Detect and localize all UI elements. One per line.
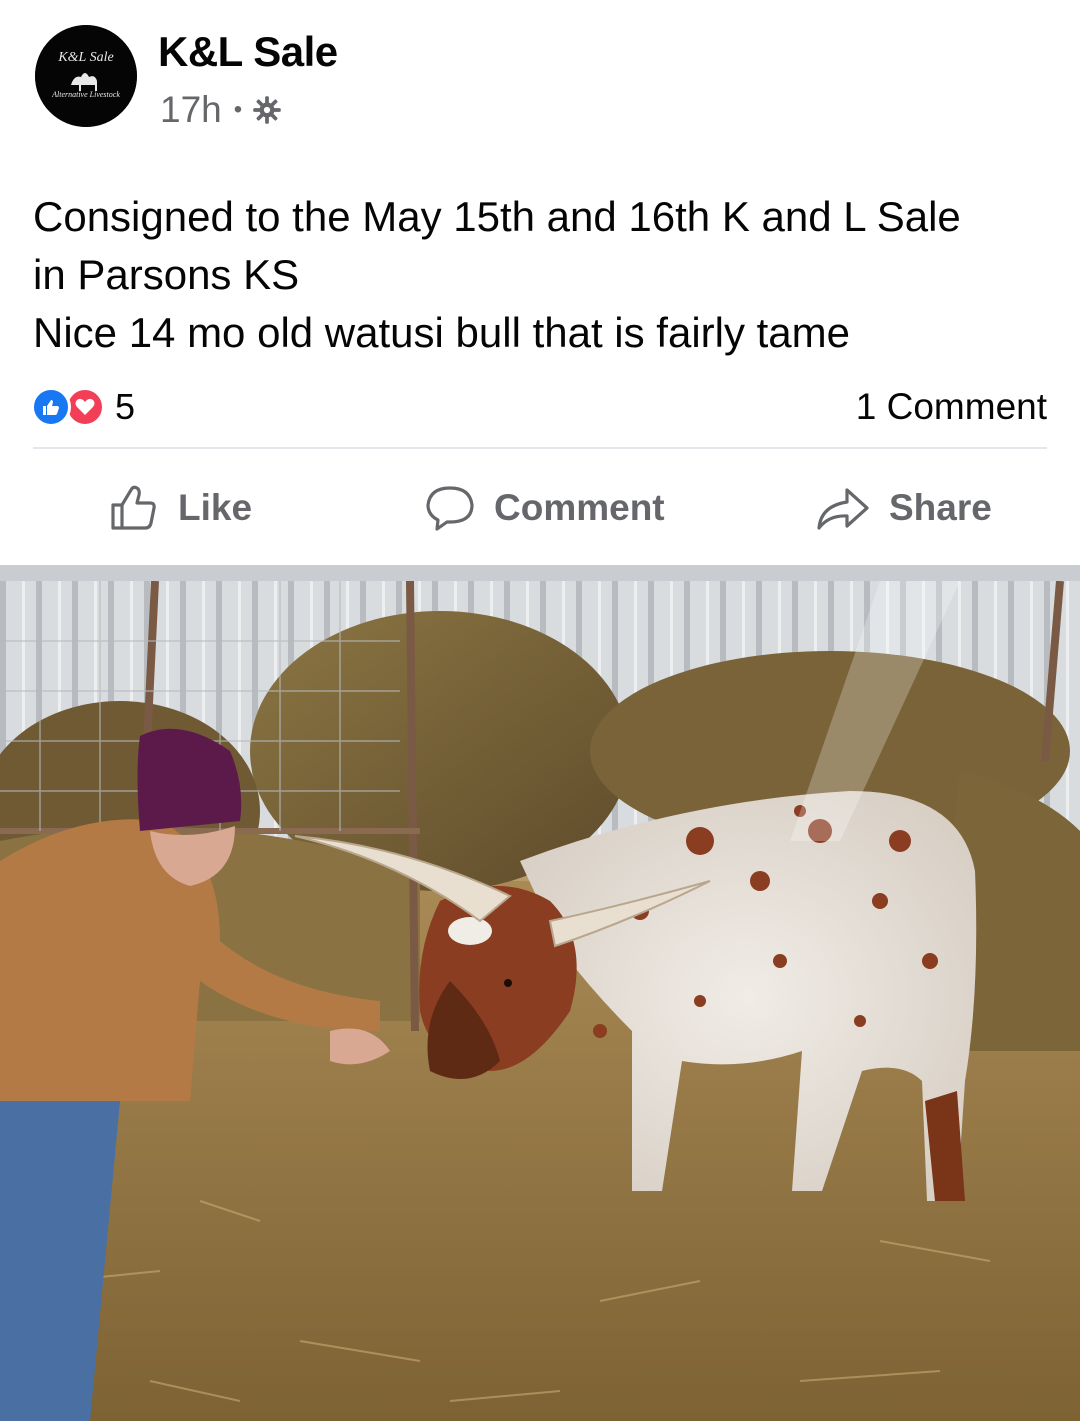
- post-header: K&L Sale Alternative Livestock K&L Sale …: [0, 0, 1080, 160]
- svg-text:K&L Sale: K&L Sale: [57, 50, 113, 65]
- post-time[interactable]: 17h: [160, 89, 222, 131]
- action-bar: Like Comment Share: [0, 470, 1080, 546]
- share-button[interactable]: Share: [815, 470, 992, 546]
- page-name[interactable]: K&L Sale: [158, 28, 338, 76]
- post-text-line: Consigned to the May 15th and 16th K and…: [33, 193, 961, 240]
- share-label: Share: [889, 487, 992, 528]
- reaction-count: 5: [115, 386, 136, 427]
- svg-text:Alternative Livestock: Alternative Livestock: [51, 90, 120, 99]
- comment-button[interactable]: Comment: [424, 470, 665, 546]
- kl-sale-logo: K&L Sale Alternative Livestock: [35, 25, 137, 127]
- like-button[interactable]: Like: [108, 470, 252, 546]
- post-text-line: Nice 14 mo old watusi bull that is fairl…: [33, 309, 851, 356]
- meta-separator: •: [233, 96, 243, 123]
- reaction-summary[interactable]: 5: [31, 385, 135, 429]
- gear-icon: [253, 96, 281, 124]
- comment-label: Comment: [494, 487, 665, 528]
- love-reaction-icon: [65, 387, 105, 427]
- post-body: Consigned to the May 15th and 16th K and…: [33, 188, 1053, 362]
- watusi-bull-photo: [0, 581, 1080, 1421]
- post-meta: 17h •: [160, 88, 282, 132]
- like-label: Like: [178, 487, 253, 528]
- photo-top-border: [0, 565, 1080, 581]
- action-divider: [33, 447, 1047, 449]
- page-avatar[interactable]: K&L Sale Alternative Livestock: [35, 25, 137, 127]
- post-text-line: in Parsons KS: [33, 251, 300, 298]
- comment-icon: [426, 486, 474, 531]
- like-reaction-icon: [31, 387, 71, 427]
- thumbs-up-icon: [111, 485, 156, 530]
- comment-count[interactable]: 1 Comment: [856, 385, 1047, 429]
- post-photo[interactable]: [0, 581, 1080, 1421]
- share-icon: [817, 488, 869, 530]
